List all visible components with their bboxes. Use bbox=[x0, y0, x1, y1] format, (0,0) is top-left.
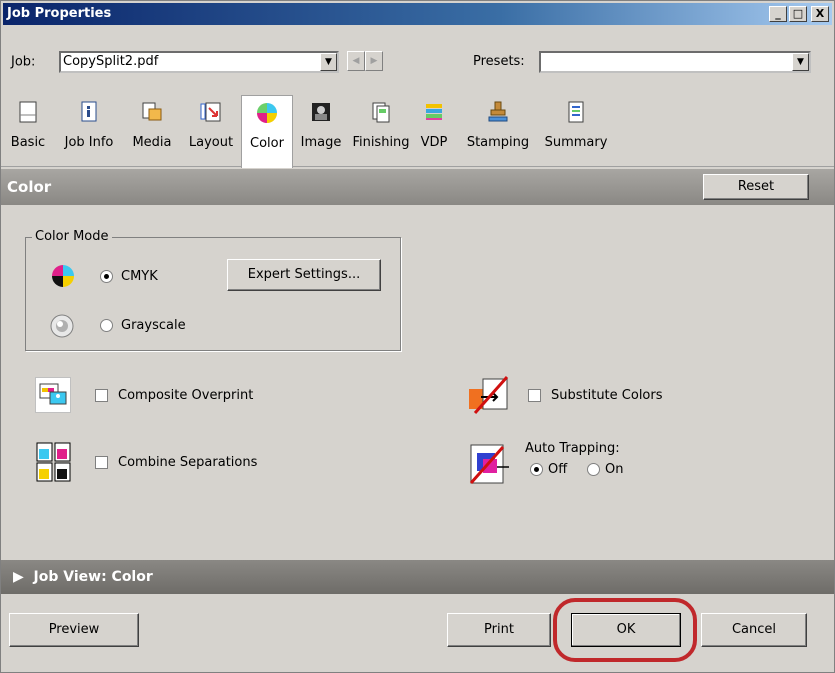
presets-select[interactable]: ▼ bbox=[539, 51, 811, 73]
presets-label: Presets: bbox=[473, 54, 525, 69]
summary-icon bbox=[565, 101, 587, 123]
title-bar: Job Properties _ □ X bbox=[3, 3, 832, 25]
window-title: Job Properties bbox=[7, 6, 112, 21]
color-mode-group bbox=[25, 237, 401, 351]
finishing-icon bbox=[370, 101, 392, 123]
tab-label: Finishing bbox=[352, 135, 410, 150]
grayscale-label: Grayscale bbox=[121, 318, 186, 333]
tab-basic[interactable]: Basic bbox=[1, 95, 55, 167]
combine-separations-checkbox[interactable] bbox=[95, 456, 108, 469]
combine-separations-label: Combine Separations bbox=[118, 455, 258, 470]
cmyk-label: CMYK bbox=[121, 269, 158, 284]
next-job-button[interactable]: ▶ bbox=[365, 51, 383, 71]
tab-summary[interactable]: Summary bbox=[541, 95, 611, 167]
cancel-button[interactable]: Cancel bbox=[701, 613, 807, 647]
job-view-label: Job View: Color bbox=[33, 569, 153, 585]
tab-label: Job Info bbox=[64, 135, 114, 150]
tab-label: Media bbox=[132, 135, 172, 150]
job-label: Job: bbox=[11, 54, 36, 70]
stamping-icon bbox=[487, 101, 509, 123]
tab-stamping[interactable]: Stamping bbox=[455, 95, 541, 167]
tab-bar: Basic Job Info Media Layout Color Image … bbox=[1, 95, 834, 168]
expert-settings-button[interactable]: Expert Settings... bbox=[227, 259, 381, 291]
media-icon bbox=[141, 101, 163, 123]
job-select-value: CopySplit2.pdf bbox=[63, 54, 159, 69]
tab-finishing[interactable]: Finishing bbox=[349, 95, 413, 167]
basic-icon bbox=[17, 101, 39, 123]
image-icon bbox=[310, 101, 332, 123]
substitute-colors-icon bbox=[467, 375, 511, 419]
tab-image[interactable]: Image bbox=[293, 95, 349, 167]
layout-icon bbox=[200, 101, 222, 123]
vdp-icon bbox=[423, 101, 445, 123]
maximize-button[interactable]: □ bbox=[789, 6, 807, 22]
grayscale-icon bbox=[49, 313, 75, 343]
tab-label: Stamping bbox=[466, 135, 530, 150]
auto-trapping-on-radio[interactable] bbox=[587, 463, 600, 476]
job-view-bar[interactable]: ▶ Job View: Color bbox=[1, 560, 834, 594]
color-icon bbox=[256, 102, 278, 124]
composite-overprint-icon bbox=[35, 377, 71, 413]
tab-label: VDP bbox=[420, 135, 448, 150]
auto-trapping-icon bbox=[467, 443, 511, 489]
chevron-down-icon[interactable]: ▼ bbox=[792, 53, 809, 71]
auto-trapping-off-label: Off bbox=[548, 462, 568, 477]
auto-trapping-label: Auto Trapping: bbox=[525, 441, 620, 456]
auto-trapping-off-radio[interactable] bbox=[530, 463, 543, 476]
previous-job-button[interactable]: ◀ bbox=[347, 51, 365, 71]
tab-layout[interactable]: Layout bbox=[181, 95, 241, 167]
preview-button[interactable]: Preview bbox=[9, 613, 139, 647]
minimize-button[interactable]: _ bbox=[769, 6, 787, 22]
job-properties-window: Job Properties _ □ X Job: CopySplit2.pdf… bbox=[0, 0, 835, 673]
tab-vdp[interactable]: VDP bbox=[413, 95, 455, 167]
cmyk-icon bbox=[51, 264, 75, 292]
tab-label: Layout bbox=[188, 135, 234, 150]
close-button[interactable]: X bbox=[811, 6, 829, 22]
tab-media[interactable]: Media bbox=[123, 95, 181, 167]
expand-arrow-icon: ▶ bbox=[13, 569, 24, 585]
tab-label: Summary bbox=[544, 135, 608, 150]
section-title: Color bbox=[7, 178, 52, 196]
combine-separations-icon bbox=[35, 441, 75, 487]
substitute-colors-checkbox[interactable] bbox=[528, 389, 541, 402]
cmyk-radio[interactable] bbox=[100, 270, 113, 283]
reset-button[interactable]: Reset bbox=[703, 174, 809, 200]
substitute-colors-label: Substitute Colors bbox=[551, 388, 663, 403]
tab-label: Basic bbox=[10, 135, 46, 150]
grayscale-radio[interactable] bbox=[100, 319, 113, 332]
job-select[interactable]: CopySplit2.pdf ▼ bbox=[59, 51, 339, 73]
composite-overprint-label: Composite Overprint bbox=[118, 388, 254, 403]
tab-color[interactable]: Color bbox=[241, 95, 293, 168]
tab-job-info[interactable]: Job Info bbox=[55, 95, 123, 167]
chevron-down-icon[interactable]: ▼ bbox=[320, 53, 337, 71]
composite-overprint-checkbox[interactable] bbox=[95, 389, 108, 402]
job-info-icon bbox=[78, 101, 100, 123]
tab-label: Color bbox=[250, 136, 284, 151]
auto-trapping-on-label: On bbox=[605, 462, 624, 477]
ok-button-highlight bbox=[553, 598, 697, 662]
color-mode-title: Color Mode bbox=[32, 229, 112, 244]
tab-label: Image bbox=[300, 135, 342, 150]
print-button[interactable]: Print bbox=[447, 613, 551, 647]
